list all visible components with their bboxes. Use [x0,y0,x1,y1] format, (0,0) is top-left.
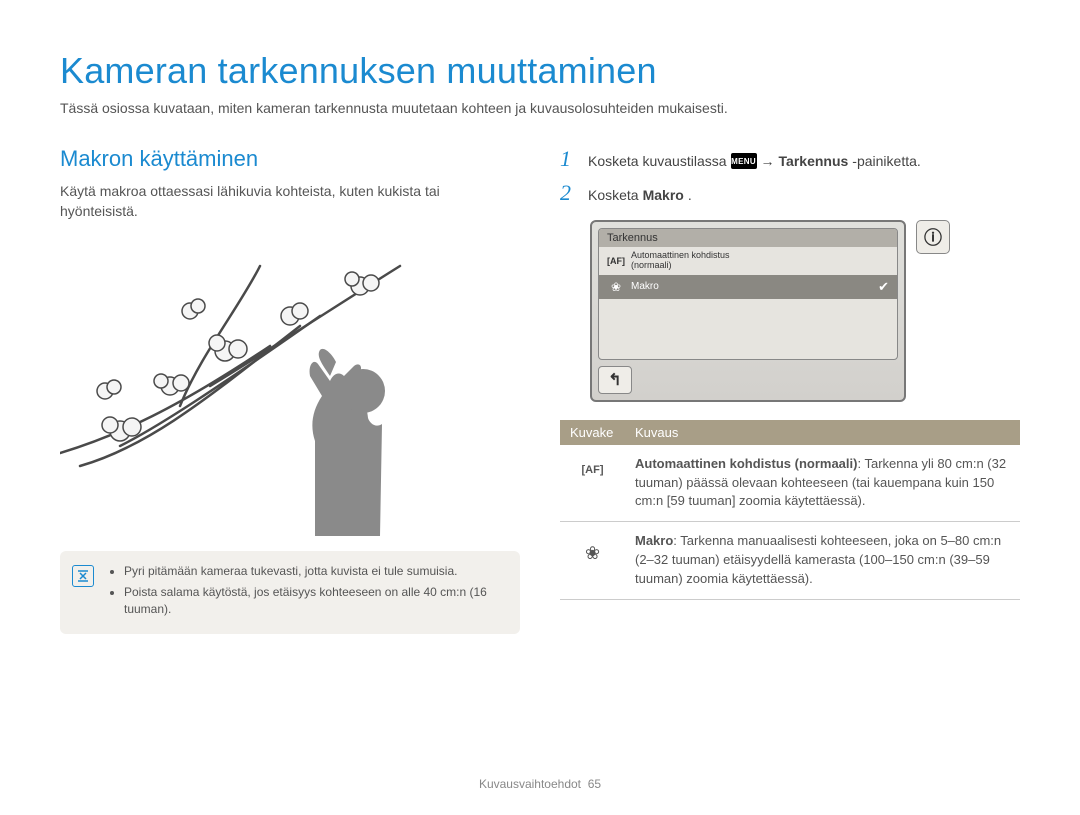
step-suffix: . [688,187,692,203]
page-title: Kameran tarkennuksen muuttaminen [60,50,1020,92]
section-heading: Makron käyttäminen [60,146,520,172]
footer-page-number: 65 [588,777,601,791]
lcd-option-label: Makro [631,281,872,292]
info-button[interactable]: ⓘ [916,220,950,254]
page-footer: Kuvausvaihtoehdot 65 [0,777,1080,791]
step-arrow: → [761,153,775,169]
tip-item: Poista salama käytöstä, jos etäisyys koh… [124,584,506,618]
tips-box: Pyri pitämään kameraa tukevasti, jotta k… [60,551,520,633]
flower-icon: ❀ [560,522,625,600]
right-column: 1 Kosketa kuvaustilassa MENU → Tarkennus… [560,146,1020,634]
check-icon: ✔ [878,279,889,295]
table-header: Kuvake Kuvaus [560,420,1020,445]
table-row: ❀ Makro: Tarkenna manuaalisesti kohteese… [560,522,1020,600]
macro-illustration [60,236,520,536]
back-button[interactable]: ↰ [598,366,632,394]
lcd-menu-title: Tarkennus [599,229,897,247]
camera-lcd-panel: Tarkennus [AF] Automaattinen kohdistus (… [590,220,950,402]
step-number: 2 [560,180,578,206]
step-text: Kosketa [588,187,639,203]
step-text: Kosketa kuvaustilassa [588,153,727,169]
row-bold: Automaattinen kohdistus (normaali) [635,456,857,471]
row-rest: : Tarkenna manuaalisesti kohteeseen, jok… [635,533,1001,586]
row-bold: Makro [635,533,673,548]
table-header-icon: Kuvake [560,420,625,445]
af-icon: [AF] [560,445,625,522]
lcd-option-label-top: Automaattinen kohdistus [631,250,730,260]
flower-icon: ❀ [607,280,625,294]
step-1: 1 Kosketa kuvaustilassa MENU → Tarkennus… [560,146,1020,172]
note-icon [72,565,94,587]
icon-description-table: Kuvake Kuvaus [AF] Automaattinen kohdist… [560,420,1020,600]
lcd-option-makro[interactable]: ❀ Makro ✔ [599,275,897,299]
tip-item: Pyri pitämään kameraa tukevasti, jotta k… [124,563,506,580]
step-suffix: -painiketta. [852,153,920,169]
step-bold: Tarkennus [779,153,849,169]
page-intro: Tässä osiossa kuvataan, miten kameran ta… [60,100,1020,116]
step-number: 1 [560,146,578,172]
af-icon: [AF] [607,256,625,266]
section-body-text: Käytä makroa ottaessasi lähikuvia kohtei… [60,182,520,221]
menu-chip-icon: MENU [731,153,757,169]
footer-section: Kuvausvaihtoehdot [479,777,581,791]
table-row: [AF] Automaattinen kohdistus (normaali):… [560,445,1020,522]
step-bold: Makro [643,187,684,203]
step-2: 2 Kosketa Makro. [560,180,1020,206]
left-column: Makron käyttäminen Käytä makroa ottaessa… [60,146,520,634]
table-header-desc: Kuvaus [625,420,1020,445]
lcd-option-label-bottom: (normaali) [631,260,672,270]
lcd-option-auto-focus[interactable]: [AF] Automaattinen kohdistus (normaali) [599,247,897,275]
